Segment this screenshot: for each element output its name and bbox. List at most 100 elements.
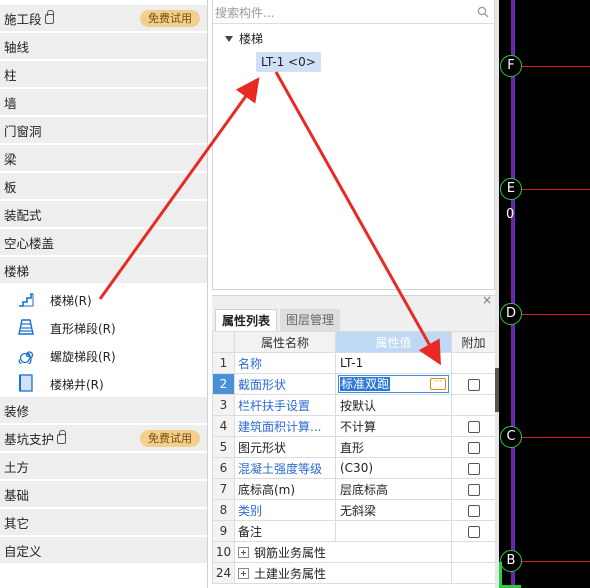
nav-category-prefab[interactable]: 装配式 <box>0 201 207 228</box>
grid-line-d <box>514 314 590 315</box>
property-name: 建筑面积计算... <box>234 415 336 437</box>
table-header-row: 属性名称 属性值 附加 <box>212 331 496 353</box>
table-row-group[interactable]: 10 钢筋业务属性 <box>212 541 496 563</box>
tab-layer-management[interactable]: 图层管理 <box>280 309 341 331</box>
table-row[interactable]: 2 截面形状 标准双跑 ··· <box>212 373 496 395</box>
expand-icon[interactable] <box>238 567 249 579</box>
nav-category-label: 板 <box>4 179 17 195</box>
nav-item-straight-flight[interactable]: 直形梯段(R) <box>0 313 207 341</box>
property-name: 底标高(m) <box>234 478 336 500</box>
extra-cell <box>451 415 496 437</box>
table-row[interactable]: 3 栏杆扶手设置 按默认 <box>212 394 496 416</box>
nav-category-beam[interactable]: 梁 <box>0 145 207 172</box>
property-value-editor[interactable]: 标准双跑 ··· <box>335 373 452 395</box>
nav-item-label: 螺旋梯段(R) <box>50 350 116 364</box>
grid-line-f <box>514 66 590 67</box>
nav-category-foundation-pit[interactable]: 基坑支护 免费试用 <box>0 425 207 452</box>
nav-item-stairwell[interactable]: 楼梯井(R) <box>0 369 207 397</box>
nav-category-earthwork[interactable]: 土方 <box>0 453 207 480</box>
caret-down-icon[interactable] <box>225 35 233 42</box>
search-icon[interactable] <box>477 6 489 18</box>
free-trial-badge[interactable]: 免费试用 <box>140 10 200 27</box>
column-header-value: 属性值 <box>335 331 452 353</box>
nav-item-stair[interactable]: 楼梯(R) <box>0 285 207 313</box>
table-row[interactable]: 1 名称 LT-1 <box>212 352 496 374</box>
free-trial-badge[interactable]: 免费试用 <box>140 430 200 447</box>
nav-category-label: 梁 <box>4 151 17 167</box>
extra-checkbox[interactable] <box>467 441 480 454</box>
nav-category-decoration[interactable]: 装修 <box>0 397 207 424</box>
grid-line-b <box>514 561 590 562</box>
app-window: 施工段 免费试用 轴线 柱 墙 门窗洞 梁 板 装配式 空心楼盖 楼梯 楼梯(R… <box>0 0 590 588</box>
nav-item-spiral-flight[interactable]: 螺旋梯段(R) <box>0 341 207 369</box>
nav-category-label: 土方 <box>4 459 30 475</box>
close-icon[interactable]: × <box>482 293 492 307</box>
nav-category-label: 装修 <box>4 403 30 419</box>
table-row[interactable]: 8 类别 无斜梁 <box>212 499 496 521</box>
table-row[interactable]: 6 混凝土强度等级 (C30) <box>212 457 496 479</box>
property-name: 截面形状 <box>234 373 336 395</box>
property-value[interactable]: 层底标高 <box>335 478 452 500</box>
component-tree-panel: 楼梯 LT-1 <0> <box>212 0 495 290</box>
property-value[interactable] <box>335 520 452 542</box>
ellipsis-button[interactable]: ··· <box>430 378 446 390</box>
expand-icon[interactable] <box>238 546 249 558</box>
nav-category-door-window[interactable]: 门窗洞 <box>0 117 207 144</box>
tab-property-list[interactable]: 属性列表 <box>215 309 278 331</box>
nav-category-construction-section[interactable]: 施工段 免费试用 <box>0 5 207 32</box>
property-name: 图元形状 <box>234 436 336 458</box>
extra-checkbox[interactable] <box>467 525 480 538</box>
nav-category-hollow-floor[interactable]: 空心楼盖 <box>0 229 207 256</box>
property-value[interactable]: 无斜梁 <box>335 499 452 521</box>
nav-category-other[interactable]: 其它 <box>0 509 207 536</box>
nav-category-label: 门窗洞 <box>4 123 42 139</box>
extra-cell <box>451 499 496 521</box>
nav-category-label: 基础 <box>4 487 30 503</box>
value-edit-text[interactable]: 标准双跑 <box>340 377 391 391</box>
value-edit-box[interactable]: 标准双跑 ··· <box>338 375 449 393</box>
row-number: 6 <box>212 457 235 479</box>
nav-category-label: 柱 <box>4 67 17 83</box>
table-row[interactable]: 7 底标高(m) 层底标高 <box>212 478 496 500</box>
nav-category-foundation[interactable]: 基础 <box>0 481 207 508</box>
property-value[interactable]: 不计算 <box>335 415 452 437</box>
property-value[interactable]: 按默认 <box>335 394 452 416</box>
axis-label-d[interactable]: D <box>500 303 522 325</box>
extra-checkbox[interactable] <box>467 462 480 475</box>
property-value[interactable]: LT-1 <box>335 352 452 374</box>
property-group[interactable]: 土建业务属性 <box>234 562 452 584</box>
tree-node-stair[interactable]: 楼梯 <box>225 30 263 47</box>
nav-category-wall[interactable]: 墙 <box>0 89 207 116</box>
nav-category-column[interactable]: 柱 <box>0 61 207 88</box>
axis-label-e[interactable]: E <box>500 178 522 200</box>
table-row-group[interactable]: 24 土建业务属性 <box>212 562 496 584</box>
property-value[interactable]: 直形 <box>335 436 452 458</box>
property-name: 类别 <box>234 499 336 521</box>
nav-category-custom[interactable]: 自定义 <box>0 537 207 564</box>
table-row[interactable]: 5 图元形状 直形 <box>212 436 496 458</box>
nav-category-slab[interactable]: 板 <box>0 173 207 200</box>
stairwell-icon <box>19 374 33 392</box>
extra-checkbox[interactable] <box>467 420 480 433</box>
property-value[interactable]: (C30) <box>335 457 452 479</box>
extra-checkbox[interactable] <box>467 378 480 391</box>
search-input[interactable] <box>215 4 470 22</box>
table-row[interactable]: 9 备注 <box>212 520 496 542</box>
extra-cell <box>451 520 496 542</box>
property-group-label: 钢筋业务属性 <box>254 545 327 560</box>
nav-category-axis[interactable]: 轴线 <box>0 33 207 60</box>
tree-item-lt-1[interactable]: LT-1 <0> <box>256 52 321 72</box>
extra-cell <box>451 457 496 479</box>
property-group[interactable]: 钢筋业务属性 <box>234 541 452 563</box>
row-number: 24 <box>212 562 235 584</box>
component-nav-panel: 施工段 免费试用 轴线 柱 墙 门窗洞 梁 板 装配式 空心楼盖 楼梯 楼梯(R… <box>0 0 208 588</box>
nav-category-label: 自定义 <box>4 543 42 559</box>
axis-label-c[interactable]: C <box>500 426 522 448</box>
panel-title-bar <box>212 296 495 309</box>
extra-checkbox[interactable] <box>467 483 480 496</box>
vertical-axis-line-blue <box>514 0 515 588</box>
table-row[interactable]: 4 建筑面积计算... 不计算 <box>212 415 496 437</box>
axis-label-f[interactable]: F <box>500 55 522 77</box>
nav-category-stair[interactable]: 楼梯 <box>0 257 207 284</box>
extra-checkbox[interactable] <box>467 504 480 517</box>
